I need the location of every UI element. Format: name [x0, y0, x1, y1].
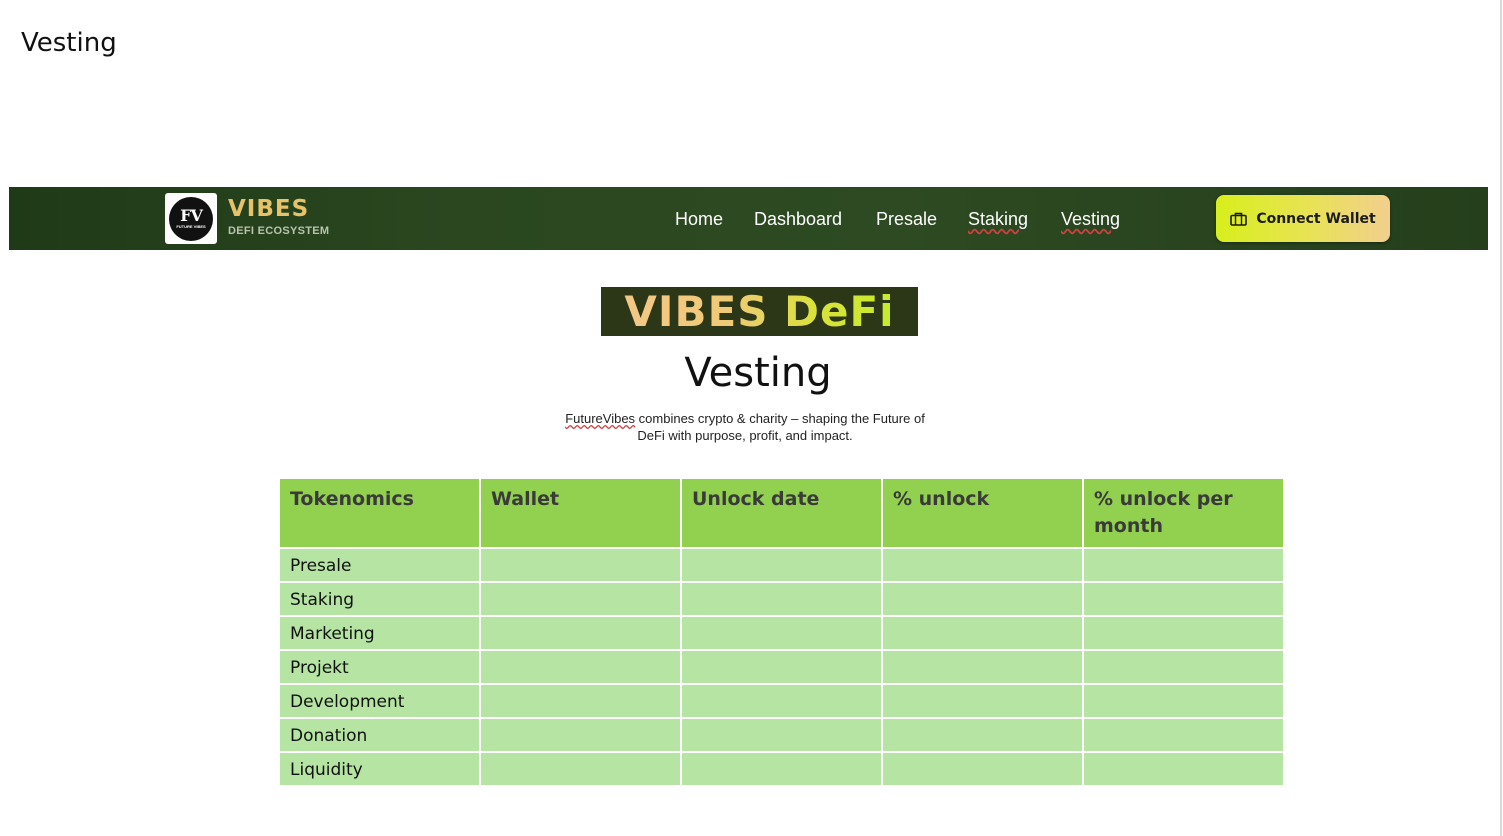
tagline-text: combines crypto & charity – shaping the …	[635, 411, 925, 443]
table-cell-wallet[interactable]	[481, 685, 680, 717]
table-cell-unlock-date[interactable]	[682, 549, 881, 581]
wallet-icon	[1230, 212, 1248, 226]
table-row: Marketing	[280, 617, 1283, 649]
logo-mark-text: FV	[180, 206, 203, 225]
table-cell-tokenomics[interactable]: Donation	[280, 719, 479, 751]
table-cell-unlock-date[interactable]	[682, 583, 881, 615]
table-cell-percent-unlock-per-month[interactable]	[1084, 719, 1283, 751]
table-cell-percent-unlock-per-month[interactable]	[1084, 617, 1283, 649]
nav-link-staking[interactable]: Staking	[968, 209, 1028, 230]
tagline: FutureVibes combines crypto & charity – …	[555, 410, 935, 444]
site-logo[interactable]: FV FUTURE VIBES	[165, 193, 217, 244]
brand-title: VIBES	[228, 196, 310, 222]
nav-link-dashboard[interactable]: Dashboard	[754, 209, 842, 230]
brand-subtitle: DEFI ECOSYSTEM	[228, 225, 330, 237]
table-cell-tokenomics[interactable]: Development	[280, 685, 479, 717]
column-header-unlock-date: Unlock date	[682, 479, 881, 547]
nav-link-home[interactable]: Home	[675, 209, 723, 230]
table-cell-percent-unlock[interactable]	[883, 651, 1082, 683]
table-cell-percent-unlock[interactable]	[883, 753, 1082, 785]
site-navbar: FV FUTURE VIBES VIBES DEFI ECOSYSTEM Hom…	[9, 187, 1488, 250]
table-cell-wallet[interactable]	[481, 549, 680, 581]
logo-mark-subtext: FUTURE VIBES	[176, 224, 206, 229]
table-cell-tokenomics[interactable]: Marketing	[280, 617, 479, 649]
table-cell-wallet[interactable]	[481, 719, 680, 751]
table-row: Staking	[280, 583, 1283, 615]
table-cell-wallet[interactable]	[481, 583, 680, 615]
vesting-table: Tokenomics Wallet Unlock date % unlock %…	[278, 477, 1285, 787]
table-cell-unlock-date[interactable]	[682, 617, 881, 649]
table-row: Projekt	[280, 651, 1283, 683]
page-title: Vesting	[684, 350, 832, 396]
table-header-row: Tokenomics Wallet Unlock date % unlock %…	[280, 479, 1283, 547]
connect-wallet-label: Connect Wallet	[1256, 210, 1376, 227]
column-header-percent-unlock-per-month: % unlock per month	[1084, 479, 1283, 547]
table-cell-percent-unlock-per-month[interactable]	[1084, 583, 1283, 615]
table-cell-tokenomics[interactable]: Presale	[280, 549, 479, 581]
document-page-edge	[1500, 0, 1502, 836]
table-cell-wallet[interactable]	[481, 617, 680, 649]
table-row: Development	[280, 685, 1283, 717]
logo-mark: FV FUTURE VIBES	[169, 196, 213, 241]
table-row: Liquidity	[280, 753, 1283, 785]
nav-link-vesting[interactable]: Vesting	[1061, 209, 1120, 230]
connect-wallet-button[interactable]: Connect Wallet	[1216, 195, 1390, 242]
table-cell-percent-unlock-per-month[interactable]	[1084, 685, 1283, 717]
table-cell-percent-unlock[interactable]	[883, 685, 1082, 717]
table-cell-wallet[interactable]	[481, 651, 680, 683]
table-cell-tokenomics[interactable]: Projekt	[280, 651, 479, 683]
table-cell-unlock-date[interactable]	[682, 651, 881, 683]
table-cell-percent-unlock[interactable]	[883, 583, 1082, 615]
column-header-tokenomics: Tokenomics	[280, 479, 479, 547]
vibes-defi-banner: VIBES DeFi	[601, 287, 918, 336]
table-cell-percent-unlock-per-month[interactable]	[1084, 549, 1283, 581]
table-row: Donation	[280, 719, 1283, 751]
table-cell-unlock-date[interactable]	[682, 753, 881, 785]
document-heading: Vesting	[21, 28, 117, 58]
table-cell-percent-unlock[interactable]	[883, 617, 1082, 649]
banner-text: VIBES DeFi	[624, 287, 895, 336]
table-cell-unlock-date[interactable]	[682, 719, 881, 751]
table-cell-tokenomics[interactable]: Liquidity	[280, 753, 479, 785]
table-cell-percent-unlock-per-month[interactable]	[1084, 651, 1283, 683]
column-header-wallet: Wallet	[481, 479, 680, 547]
table-cell-wallet[interactable]	[481, 753, 680, 785]
table-cell-tokenomics[interactable]: Staking	[280, 583, 479, 615]
table-row: Presale	[280, 549, 1283, 581]
column-header-percent-unlock: % unlock	[883, 479, 1082, 547]
table-cell-percent-unlock[interactable]	[883, 719, 1082, 751]
nav-link-presale[interactable]: Presale	[876, 209, 937, 230]
table-cell-unlock-date[interactable]	[682, 685, 881, 717]
table-cell-percent-unlock[interactable]	[883, 549, 1082, 581]
table-cell-percent-unlock-per-month[interactable]	[1084, 753, 1283, 785]
tagline-brand: FutureVibes	[565, 411, 636, 426]
